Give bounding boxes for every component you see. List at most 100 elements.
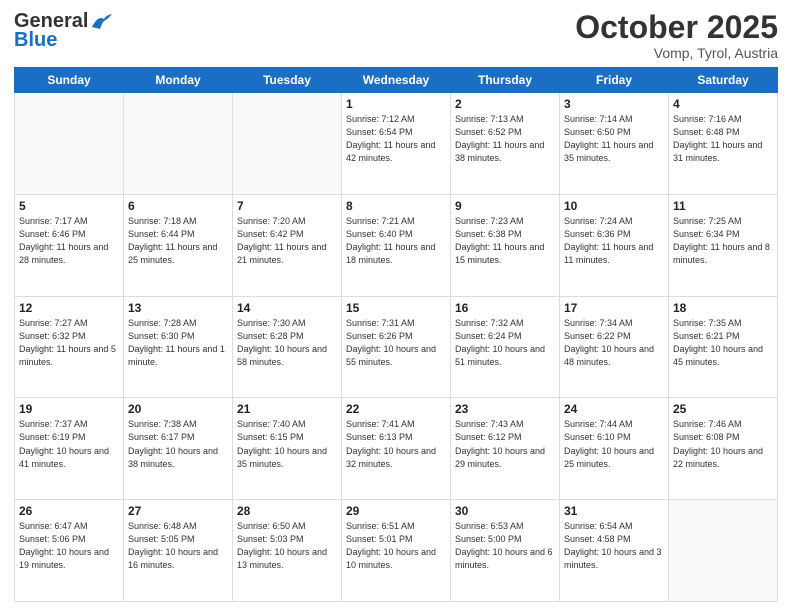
day-info: Sunrise: 7:12 AMSunset: 6:54 PMDaylight:… [346, 113, 446, 165]
day-number: 5 [19, 199, 119, 213]
day-info: Sunrise: 7:23 AMSunset: 6:38 PMDaylight:… [455, 215, 555, 267]
day-info: Sunrise: 7:13 AMSunset: 6:52 PMDaylight:… [455, 113, 555, 165]
day-info: Sunrise: 7:14 AMSunset: 6:50 PMDaylight:… [564, 113, 664, 165]
day-number: 26 [19, 504, 119, 518]
day-info: Sunrise: 7:37 AMSunset: 6:19 PMDaylight:… [19, 418, 119, 470]
day-info: Sunrise: 7:41 AMSunset: 6:13 PMDaylight:… [346, 418, 446, 470]
calendar-cell: 26Sunrise: 6:47 AMSunset: 5:06 PMDayligh… [15, 500, 124, 602]
col-thursday: Thursday [451, 68, 560, 93]
day-info: Sunrise: 7:27 AMSunset: 6:32 PMDaylight:… [19, 317, 119, 369]
calendar-cell: 21 Sunrise: 7:40 AMSunset: 6:15 PMDayligh… [233, 398, 342, 500]
calendar-cell: 30 Sunrise: 6:53 AMSunset: 5:00 PMDayligh… [451, 500, 560, 602]
day-number: 29 [346, 504, 446, 518]
day-number: 18 [673, 301, 773, 315]
day-number: 25 [673, 402, 773, 416]
calendar-cell: 18 Sunrise: 7:35 AMSunset: 6:21 PMDayligh… [669, 296, 778, 398]
day-number: 11 [673, 199, 773, 213]
day-number: 15 [346, 301, 446, 315]
calendar-cell [124, 93, 233, 195]
day-info: Sunrise: 6:51 AMSunset: 5:01 PMDaylight:… [346, 520, 446, 572]
day-info: Sunrise: 7:46 AMSunset: 6:08 PMDaylight:… [673, 418, 773, 470]
day-info: Sunrise: 7:17 AMSunset: 6:46 PMDaylight:… [19, 215, 119, 267]
col-wednesday: Wednesday [342, 68, 451, 93]
month-year: October 2025 [575, 10, 778, 45]
day-number: 13 [128, 301, 228, 315]
day-number: 16 [455, 301, 555, 315]
calendar-cell: 12Sunrise: 7:27 AMSunset: 6:32 PMDayligh… [15, 296, 124, 398]
logo: General Blue [14, 10, 112, 52]
day-number: 27 [128, 504, 228, 518]
calendar-cell: 7 Sunrise: 7:20 AMSunset: 6:42 PMDaylight… [233, 194, 342, 296]
col-monday: Monday [124, 68, 233, 93]
col-sunday: Sunday [15, 68, 124, 93]
header: General Blue October 2025 Vomp, Tyrol, A… [14, 10, 778, 61]
col-saturday: Saturday [669, 68, 778, 93]
calendar-cell: 24Sunrise: 7:44 AMSunset: 6:10 PMDayligh… [560, 398, 669, 500]
calendar-cell: 22 Sunrise: 7:41 AMSunset: 6:13 PMDayligh… [342, 398, 451, 500]
day-info: Sunrise: 7:43 AMSunset: 6:12 PMDaylight:… [455, 418, 555, 470]
calendar-cell: 5 Sunrise: 7:17 AMSunset: 6:46 PMDaylight… [15, 194, 124, 296]
day-info: Sunrise: 7:40 AMSunset: 6:15 PMDaylight:… [237, 418, 337, 470]
calendar-cell: 20Sunrise: 7:38 AMSunset: 6:17 PMDayligh… [124, 398, 233, 500]
calendar-week-row: 12Sunrise: 7:27 AMSunset: 6:32 PMDayligh… [15, 296, 778, 398]
calendar-cell: 4Sunrise: 7:16 AMSunset: 6:48 PMDaylight… [669, 93, 778, 195]
day-number: 19 [19, 402, 119, 416]
calendar-week-row: 1 Sunrise: 7:12 AMSunset: 6:54 PMDaylight… [15, 93, 778, 195]
page: General Blue October 2025 Vomp, Tyrol, A… [0, 0, 792, 612]
calendar-cell: 31Sunrise: 6:54 AMSunset: 4:58 PMDayligh… [560, 500, 669, 602]
logo-blue: Blue [14, 29, 57, 52]
day-number: 21 [237, 402, 337, 416]
calendar-cell: 6Sunrise: 7:18 AMSunset: 6:44 PMDaylight… [124, 194, 233, 296]
calendar-cell: 8 Sunrise: 7:21 AMSunset: 6:40 PMDaylight… [342, 194, 451, 296]
day-number: 2 [455, 97, 555, 111]
day-info: Sunrise: 7:44 AMSunset: 6:10 PMDaylight:… [564, 418, 664, 470]
day-info: Sunrise: 7:35 AMSunset: 6:21 PMDaylight:… [673, 317, 773, 369]
day-info: Sunrise: 6:53 AMSunset: 5:00 PMDaylight:… [455, 520, 555, 572]
calendar-cell [15, 93, 124, 195]
title-block: October 2025 Vomp, Tyrol, Austria [575, 10, 778, 61]
day-number: 23 [455, 402, 555, 416]
calendar-cell: 11Sunrise: 7:25 AMSunset: 6:34 PMDayligh… [669, 194, 778, 296]
weekday-header-row: Sunday Monday Tuesday Wednesday Thursday… [15, 68, 778, 93]
day-info: Sunrise: 7:32 AMSunset: 6:24 PMDaylight:… [455, 317, 555, 369]
col-tuesday: Tuesday [233, 68, 342, 93]
calendar-week-row: 26Sunrise: 6:47 AMSunset: 5:06 PMDayligh… [15, 500, 778, 602]
calendar-cell: 9Sunrise: 7:23 AMSunset: 6:38 PMDaylight… [451, 194, 560, 296]
day-number: 28 [237, 504, 337, 518]
day-number: 8 [346, 199, 446, 213]
day-number: 17 [564, 301, 664, 315]
calendar-cell: 29 Sunrise: 6:51 AMSunset: 5:01 PMDayligh… [342, 500, 451, 602]
day-number: 7 [237, 199, 337, 213]
calendar-cell: 27 Sunrise: 6:48 AMSunset: 5:05 PMDayligh… [124, 500, 233, 602]
calendar-cell: 1 Sunrise: 7:12 AMSunset: 6:54 PMDaylight… [342, 93, 451, 195]
calendar-cell: 23 Sunrise: 7:43 AMSunset: 6:12 PMDayligh… [451, 398, 560, 500]
logo-bird-icon [90, 13, 112, 31]
location: Vomp, Tyrol, Austria [575, 45, 778, 61]
calendar-table: Sunday Monday Tuesday Wednesday Thursday… [14, 67, 778, 602]
calendar-cell: 14Sunrise: 7:30 AMSunset: 6:28 PMDayligh… [233, 296, 342, 398]
day-info: Sunrise: 7:21 AMSunset: 6:40 PMDaylight:… [346, 215, 446, 267]
day-info: Sunrise: 7:31 AMSunset: 6:26 PMDaylight:… [346, 317, 446, 369]
calendar-cell: 25 Sunrise: 7:46 AMSunset: 6:08 PMDayligh… [669, 398, 778, 500]
day-info: Sunrise: 7:20 AMSunset: 6:42 PMDaylight:… [237, 215, 337, 267]
day-number: 14 [237, 301, 337, 315]
calendar-cell: 13 Sunrise: 7:28 AMSunset: 6:30 PMDayligh… [124, 296, 233, 398]
calendar-cell: 10Sunrise: 7:24 AMSunset: 6:36 PMDayligh… [560, 194, 669, 296]
day-info: Sunrise: 6:48 AMSunset: 5:05 PMDaylight:… [128, 520, 228, 572]
day-info: Sunrise: 7:18 AMSunset: 6:44 PMDaylight:… [128, 215, 228, 267]
day-number: 31 [564, 504, 664, 518]
calendar-cell: 28Sunrise: 6:50 AMSunset: 5:03 PMDayligh… [233, 500, 342, 602]
calendar-cell [669, 500, 778, 602]
calendar-cell: 17Sunrise: 7:34 AMSunset: 6:22 PMDayligh… [560, 296, 669, 398]
calendar-cell: 19 Sunrise: 7:37 AMSunset: 6:19 PMDayligh… [15, 398, 124, 500]
day-number: 30 [455, 504, 555, 518]
day-info: Sunrise: 7:28 AMSunset: 6:30 PMDaylight:… [128, 317, 228, 369]
calendar-cell: 2 Sunrise: 7:13 AMSunset: 6:52 PMDaylight… [451, 93, 560, 195]
day-info: Sunrise: 7:16 AMSunset: 6:48 PMDaylight:… [673, 113, 773, 165]
calendar-cell: 16 Sunrise: 7:32 AMSunset: 6:24 PMDayligh… [451, 296, 560, 398]
day-number: 10 [564, 199, 664, 213]
calendar-week-row: 19 Sunrise: 7:37 AMSunset: 6:19 PMDayligh… [15, 398, 778, 500]
day-number: 1 [346, 97, 446, 111]
calendar-cell: 3Sunrise: 7:14 AMSunset: 6:50 PMDaylight… [560, 93, 669, 195]
day-number: 22 [346, 402, 446, 416]
